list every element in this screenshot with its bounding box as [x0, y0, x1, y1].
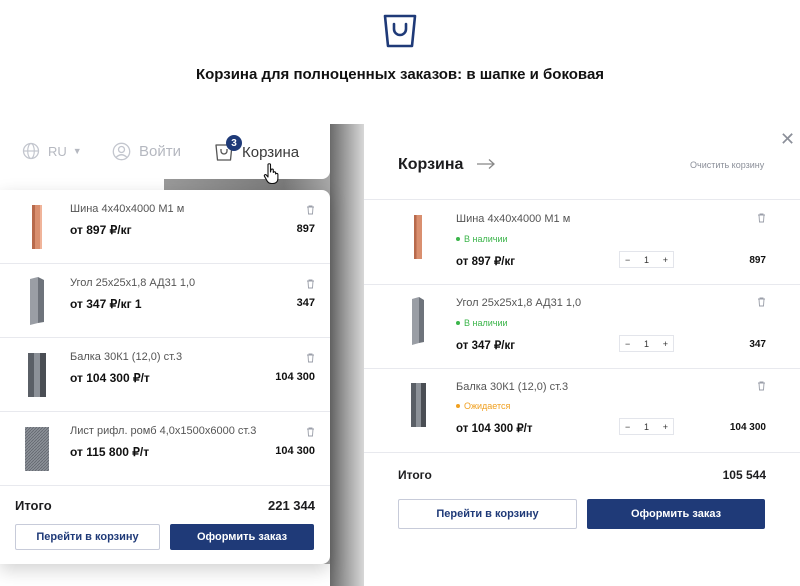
cart-icon-wrap: 3: [214, 135, 242, 162]
trash-icon[interactable]: [306, 205, 315, 215]
increment-button[interactable]: +: [663, 422, 668, 432]
checkout-button[interactable]: Оформить заказ: [587, 499, 765, 529]
increment-button[interactable]: +: [663, 339, 668, 349]
quantity-value[interactable]: 1: [644, 255, 649, 265]
product-image-plate: [25, 427, 49, 471]
stock-status: В наличии: [456, 318, 508, 328]
header-cart-button[interactable]: 3 Корзина: [214, 135, 300, 162]
increment-button[interactable]: +: [663, 255, 668, 265]
product-total: 347: [296, 297, 315, 309]
quantity-stepper[interactable]: − 1 +: [619, 418, 674, 435]
login-label: Войти: [139, 143, 181, 160]
cart-label: Корзина: [242, 143, 300, 161]
status-dot: [456, 321, 460, 325]
decrement-button[interactable]: −: [625, 339, 630, 349]
divider: [364, 199, 800, 200]
product-name[interactable]: Лист рифл. ромб 4,0х1500х6000 ст.3: [70, 425, 256, 437]
trash-icon[interactable]: [306, 427, 315, 437]
hand-pointer-icon: [263, 163, 279, 185]
login-link[interactable]: Войти: [112, 142, 181, 161]
product-price: от 897 ₽/кг: [456, 256, 516, 268]
product-price: от 115 800 ₽/т: [70, 445, 150, 459]
status-text: В наличии: [464, 234, 508, 244]
list-item[interactable]: Угол 25х25х1,8 АД31 1,0 от 347 ₽/кг 1 34…: [0, 264, 330, 338]
total-value: 105 544: [722, 468, 766, 482]
list-item[interactable]: Шина 4x40x4000 М1 м от 897 ₽/кг 897: [0, 190, 330, 264]
list-item[interactable]: Лист рифл. ромб 4,0х1500х6000 ст.3 от 11…: [0, 412, 330, 486]
stock-status: В наличии: [456, 234, 508, 244]
product-image-angle: [30, 277, 44, 325]
language-selector[interactable]: RU ▼: [22, 142, 82, 160]
list-item[interactable]: Балка 30К1 (12,0) ст.3 от 104 300 ₽/т 10…: [0, 338, 330, 412]
status-dot: [456, 237, 460, 241]
product-image-angle: [412, 297, 424, 345]
product-total: 347: [749, 339, 766, 350]
status-text: Ожидается: [464, 401, 511, 411]
total-value: 221 344: [268, 498, 315, 513]
stock-status: Ожидается: [456, 401, 510, 411]
product-price: от 347 ₽/кг: [456, 340, 516, 352]
quantity-value[interactable]: 1: [644, 339, 649, 349]
quantity-stepper[interactable]: − 1 +: [619, 251, 674, 268]
go-to-cart-button[interactable]: Перейти в корзину: [398, 499, 577, 529]
total-label: Итого: [398, 468, 432, 482]
trash-icon[interactable]: [757, 213, 766, 223]
trash-icon[interactable]: [306, 279, 315, 289]
trash-icon[interactable]: [306, 353, 315, 363]
divider: [364, 452, 800, 453]
decrement-button[interactable]: −: [625, 422, 630, 432]
divider: [364, 284, 800, 285]
cart-count-badge: 3: [226, 135, 242, 151]
user-icon: [112, 142, 131, 161]
product-price: от 104 300 ₽/т: [456, 423, 533, 435]
cart-dropdown: Шина 4x40x4000 М1 м от 897 ₽/кг 897 Угол…: [0, 190, 330, 564]
chevron-down-icon: ▼: [72, 146, 82, 156]
quantity-value[interactable]: 1: [644, 422, 649, 432]
language-label: RU: [48, 143, 67, 159]
close-icon[interactable]: ✕: [780, 130, 795, 148]
arrow-right-icon[interactable]: [476, 158, 496, 170]
product-name[interactable]: Угол 25х25х1,8 АД31 1,0: [456, 297, 581, 309]
product-image-beam: [411, 383, 426, 427]
globe-icon: [22, 142, 40, 160]
product-price: от 897 ₽/кг: [70, 223, 132, 237]
total-label: Итого: [15, 498, 52, 513]
product-name[interactable]: Балка 30К1 (12,0) ст.3: [456, 381, 568, 393]
status-text: В наличии: [464, 318, 508, 328]
go-to-cart-button[interactable]: Перейти в корзину: [15, 524, 160, 550]
product-total: 897: [749, 255, 766, 266]
product-image-copper-bar: [32, 205, 42, 249]
divider: [364, 368, 800, 369]
product-name[interactable]: Балка 30К1 (12,0) ст.3: [70, 351, 182, 363]
product-price: от 104 300 ₽/т: [70, 371, 150, 385]
product-total: 104 300: [275, 445, 315, 457]
side-cart-title: Корзина: [398, 156, 464, 173]
status-dot: [456, 404, 460, 408]
page-title: Корзина для полноценных заказов: в шапке…: [195, 66, 605, 83]
shopping-bag-icon: [383, 14, 417, 48]
product-image-copper-bar: [414, 215, 422, 259]
product-total: 104 300: [729, 422, 766, 433]
product-image-beam: [28, 353, 46, 397]
product-price: от 347 ₽/кг 1: [70, 297, 142, 311]
product-name[interactable]: Угол 25х25х1,8 АД31 1,0: [70, 277, 195, 289]
checkout-button[interactable]: Оформить заказ: [170, 524, 314, 550]
product-total: 104 300: [275, 371, 315, 383]
clear-cart-link[interactable]: Очистить корзину: [690, 160, 764, 170]
trash-icon[interactable]: [757, 297, 766, 307]
overlay-backdrop-edge: [330, 124, 364, 586]
trash-icon[interactable]: [757, 381, 766, 391]
quantity-stepper[interactable]: − 1 +: [619, 335, 674, 352]
product-name[interactable]: Шина 4x40x4000 М1 м: [456, 213, 570, 225]
decrement-button[interactable]: −: [625, 255, 630, 265]
product-total: 897: [296, 223, 315, 235]
product-name[interactable]: Шина 4x40x4000 М1 м: [70, 203, 184, 215]
